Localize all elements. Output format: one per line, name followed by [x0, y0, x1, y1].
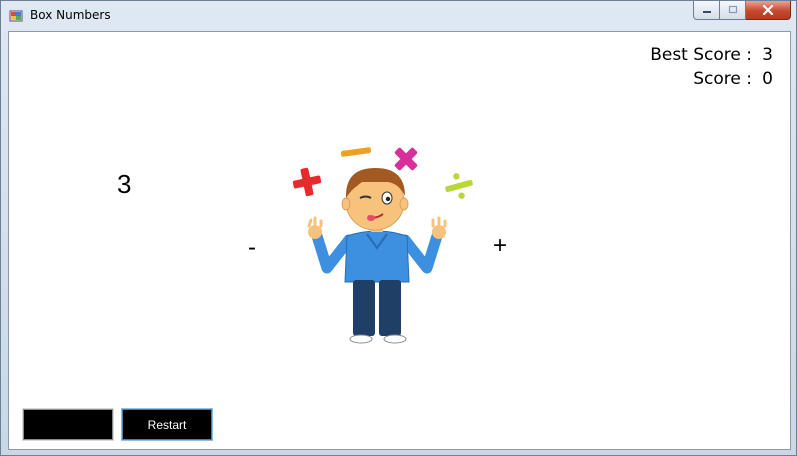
divide-symbol-icon — [445, 173, 473, 199]
minimize-icon — [702, 11, 711, 13]
best-score-value: 3 — [762, 45, 773, 65]
game-panel: Best Score : 3 Score : 0 3 - + Restart — [8, 31, 791, 450]
maximize-icon — [728, 5, 737, 14]
close-icon — [762, 5, 774, 15]
answer-display[interactable] — [22, 408, 114, 441]
best-score-label: Best Score : — [650, 45, 752, 65]
boy-juggling-math-symbols — [292, 147, 473, 344]
title-bar[interactable]: Box Numbers — [1, 1, 796, 31]
window-controls — [693, 1, 791, 21]
plus-button[interactable]: + — [493, 232, 507, 260]
window-title: Box Numbers — [30, 8, 111, 22]
current-number: 3 — [117, 169, 132, 199]
plus-symbol-icon — [292, 167, 322, 197]
score-label: Score : — [693, 69, 752, 89]
minus-button[interactable]: - — [248, 234, 256, 262]
close-button[interactable] — [746, 1, 791, 20]
minus-symbol-icon — [340, 147, 372, 157]
winforms-app-icon — [9, 10, 23, 22]
maximize-button[interactable] — [720, 1, 746, 20]
score-value: 0 — [762, 69, 773, 89]
minimize-button[interactable] — [693, 1, 720, 20]
restart-button[interactable]: Restart — [121, 408, 213, 441]
app-window: Box Numbers Best Score : 3 Score : 0 3 -… — [0, 0, 797, 456]
